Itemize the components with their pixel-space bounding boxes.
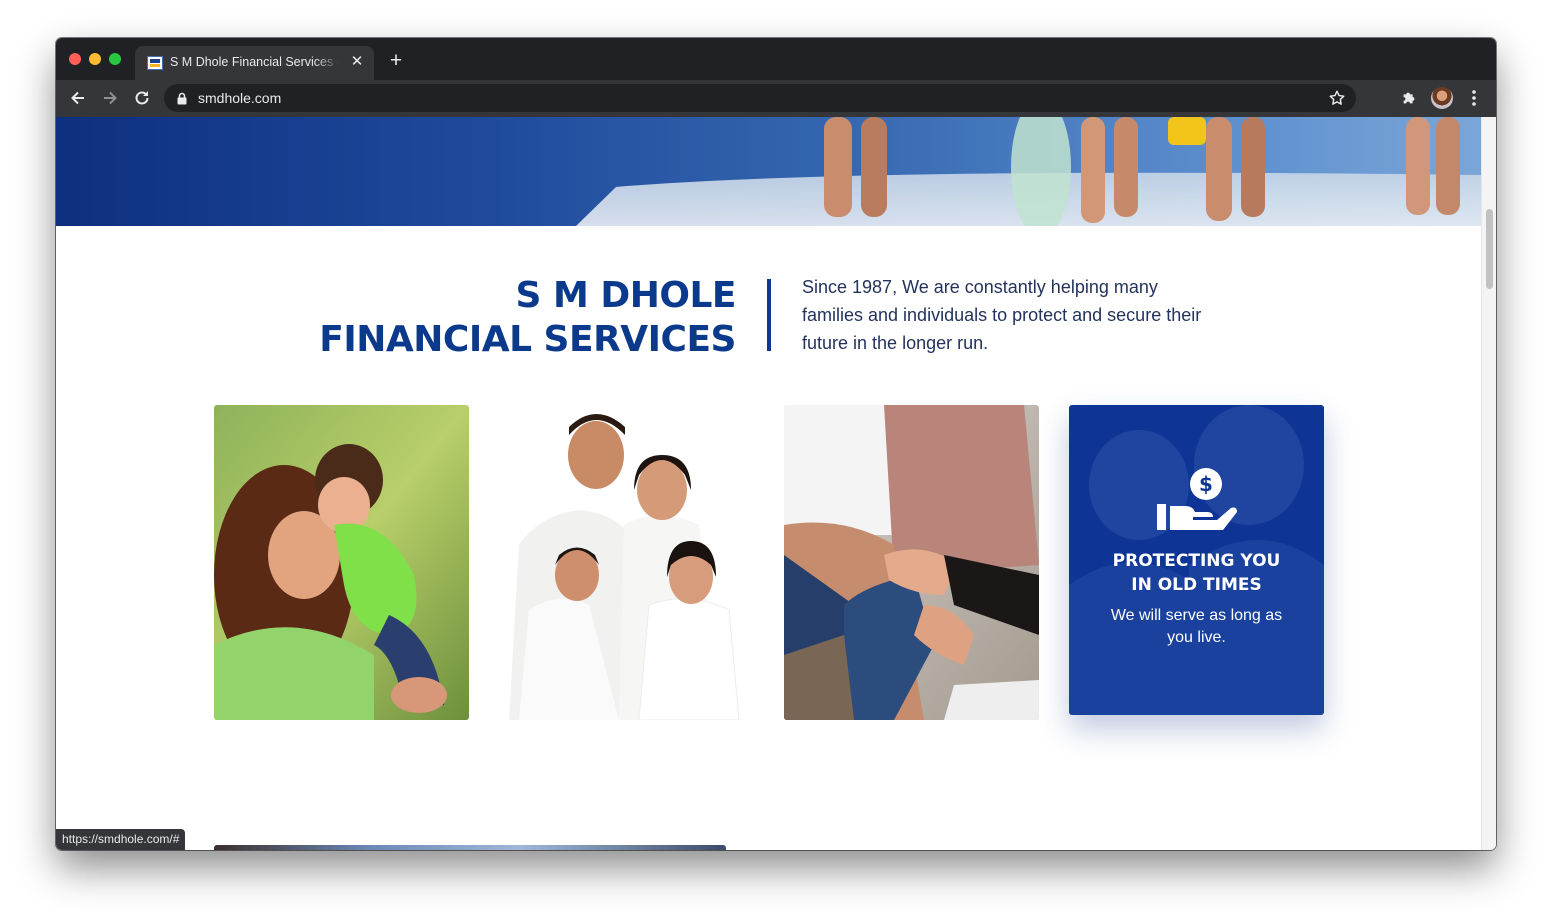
browser-window: S M Dhole Financial Services - Insurance… <box>56 38 1496 850</box>
hand-dollar-icon: $ <box>1157 468 1237 530</box>
card-title: PROTECTING YOU IN OLD TIMES <box>1069 549 1324 597</box>
close-window-button[interactable] <box>69 53 81 65</box>
profile-avatar[interactable] <box>1431 87 1453 109</box>
page-viewport: S M DHOLE FINANCIAL SERVICES Since 1987,… <box>56 117 1496 850</box>
photo-family <box>499 405 754 720</box>
company-tagline: Since 1987, We are constantly helping ma… <box>802 277 1202 353</box>
card-title-line-2: IN OLD TIMES <box>1131 575 1262 595</box>
minimize-window-button[interactable] <box>89 53 101 65</box>
photo-mother-child <box>214 405 469 720</box>
tab-close-icon[interactable]: ✕ <box>349 54 365 70</box>
photo-handshake <box>784 405 1039 720</box>
hero-banner-image <box>56 117 1481 226</box>
page-scrollbar[interactable] <box>1481 117 1496 850</box>
company-name-heading: S M DHOLE FINANCIAL SERVICES <box>306 274 736 362</box>
site-favicon-icon <box>147 56 163 70</box>
browser-menu-icon[interactable] <box>1468 88 1480 108</box>
browser-tab[interactable]: S M Dhole Financial Services - Insurance… <box>135 46 374 80</box>
brand-line-1: S M DHOLE <box>515 275 737 316</box>
browser-toolbar: smdhole.com <box>56 80 1496 117</box>
bookmark-star-icon[interactable] <box>1328 89 1346 107</box>
address-bar[interactable]: smdhole.com <box>164 84 1356 112</box>
tab-bar: S M Dhole Financial Services - Insurance… <box>56 38 1496 80</box>
feature-card[interactable]: $ PROTECTING YOU IN OLD TIMES We will se… <box>1069 405 1324 715</box>
heading-divider <box>767 279 771 351</box>
link-status-bubble: https://smdhole.com/# <box>56 829 186 850</box>
maximize-window-button[interactable] <box>109 53 121 65</box>
url-text[interactable]: smdhole.com <box>198 90 281 106</box>
back-arrow-icon[interactable] <box>68 88 88 108</box>
card-text: We will serve as long as you live. <box>1110 607 1283 646</box>
tab-title: S M Dhole Financial Services - Insurance… <box>170 55 340 69</box>
lock-icon[interactable] <box>176 92 188 105</box>
new-tab-button[interactable]: + <box>386 50 406 71</box>
reload-icon[interactable] <box>132 88 152 108</box>
extensions-puzzle-icon[interactable] <box>1400 89 1418 107</box>
card-title-line-1: PROTECTING YOU <box>1112 551 1281 571</box>
next-section-image-edge <box>214 845 726 850</box>
svg-text:$: $ <box>1199 472 1213 496</box>
forward-arrow-icon[interactable] <box>100 88 120 108</box>
brand-line-2: FINANCIAL SERVICES <box>319 319 736 360</box>
scrollbar-thumb[interactable] <box>1486 209 1493 289</box>
